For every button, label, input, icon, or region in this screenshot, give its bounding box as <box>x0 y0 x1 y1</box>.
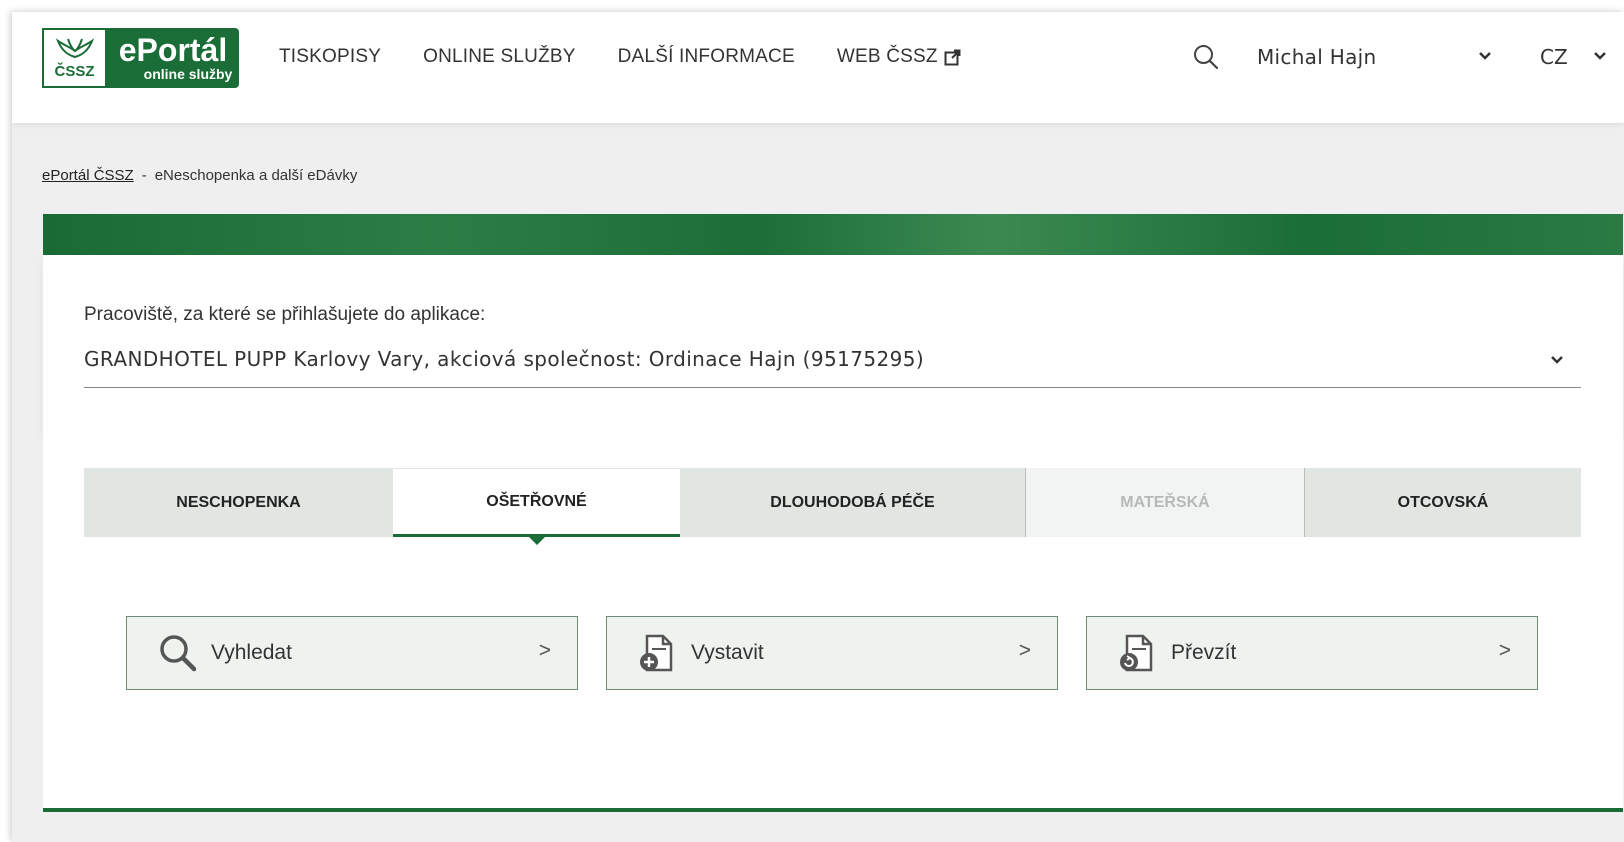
action-buttons: Vyhledat > Vystavit > Převzít > <box>126 616 1538 690</box>
site-header: ČSSZ ePortál online služby TISKOPISY ONL… <box>12 12 1624 123</box>
workplace-section: Pracoviště, za které se přihlašujete do … <box>43 255 1623 433</box>
search-button-label: Vyhledat <box>211 641 292 664</box>
nav-web-cssz-label: WEB ČSSZ <box>836 46 938 67</box>
leaf-icon <box>55 37 94 58</box>
nav-tiskopisy[interactable]: TISKOPISY <box>279 46 381 68</box>
tab-neschopenka[interactable]: NESCHOPENKA <box>84 468 393 537</box>
cssz-logo-mark: ČSSZ <box>42 28 107 88</box>
search-icon <box>160 635 197 672</box>
tab-osetrovne[interactable]: OŠETŘOVNÉ <box>393 468 680 545</box>
language-selector[interactable]: CZ <box>1540 45 1568 69</box>
tab-materska: MATEŘSKÁ <box>1026 468 1305 537</box>
eportal-logo[interactable]: ČSSZ ePortál online služby <box>42 28 239 88</box>
benefit-tabs: NESCHOPENKA OŠETŘOVNÉ DLOUHODOBÁ PÉČE MA… <box>84 468 1581 545</box>
browser-window: ČSSZ ePortál online služby TISKOPISY ONL… <box>12 12 1624 842</box>
breadcrumb-current: eNeschopenka a další eDávky <box>154 167 358 184</box>
nav-tiskopisy-label: TISKOPISY <box>279 46 382 67</box>
tab-neschopenka-label: NESCHOPENKA <box>176 493 301 511</box>
workplace-label: Pracoviště, za které se přihlašujete do … <box>84 304 486 325</box>
takeover-button[interactable]: Převzít > <box>1086 616 1538 690</box>
issue-button-label: Vystavit <box>691 641 764 664</box>
active-tab-pointer <box>528 537 545 545</box>
logo-brand: ePortál <box>118 32 228 68</box>
nav-dalsi-informace[interactable]: DALŠÍ INFORMACE <box>618 46 795 68</box>
chevron-right-icon: > <box>1018 639 1031 662</box>
chevron-right-icon: > <box>538 639 551 662</box>
logo-subtitle: online služby <box>143 66 233 82</box>
logo-wordmark: ePortál online služby <box>107 28 239 88</box>
workplace-selected-value: GRANDHOTEL PUPP Karlovy Vary, akciová sp… <box>84 347 925 371</box>
user-menu[interactable]: Michal Hajn <box>1257 45 1376 69</box>
chevron-down-icon[interactable] <box>1477 50 1493 62</box>
document-transfer-icon <box>1120 634 1153 672</box>
nav-web-cssz[interactable]: WEB ČSSZ <box>837 46 961 68</box>
main-card: Pracoviště, za které se přihlašujete do … <box>43 214 1623 812</box>
chevron-down-icon <box>1551 356 1563 364</box>
workplace-select[interactable]: GRANDHOTEL PUPP Karlovy Vary, akciová sp… <box>84 340 1581 388</box>
chevron-right-icon: > <box>1498 639 1511 662</box>
document-add-icon <box>640 634 673 672</box>
takeover-button-label: Převzít <box>1171 641 1237 664</box>
tabs-area: NESCHOPENKA OŠETŘOVNÉ DLOUHODOBÁ PÉČE MA… <box>43 433 1623 808</box>
tab-osetrovne-label: OŠETŘOVNÉ <box>486 492 587 510</box>
main-nav: TISKOPISY ONLINE SLUŽBY DALŠÍ INFORMACE … <box>279 46 1003 68</box>
search-button[interactable]: Vyhledat > <box>126 616 578 690</box>
logo-mark-text: ČSSZ <box>54 62 95 80</box>
green-banner <box>43 214 1623 255</box>
nav-dalsi-informace-label: DALŠÍ INFORMACE <box>617 46 795 67</box>
breadcrumb-separator: - <box>141 167 147 184</box>
search-icon[interactable] <box>1192 43 1220 71</box>
nav-online-sluzby-label: ONLINE SLUŽBY <box>423 46 576 67</box>
breadcrumb: ePortál ČSSZ - eNeschopenka a další eDávky <box>42 167 357 184</box>
tab-dlouhodoba-pece-label: DLOUHODOBÁ PÉČE <box>770 493 935 511</box>
tab-otcovska-label: OTCOVSKÁ <box>1397 493 1489 511</box>
chevron-down-icon[interactable] <box>1592 50 1608 62</box>
nav-online-sluzby[interactable]: ONLINE SLUŽBY <box>423 46 576 68</box>
issue-button[interactable]: Vystavit > <box>606 616 1058 690</box>
tab-otcovska[interactable]: OTCOVSKÁ <box>1305 468 1581 537</box>
tab-dlouhodoba-pece[interactable]: DLOUHODOBÁ PÉČE <box>680 468 1026 537</box>
external-link-icon <box>944 49 961 65</box>
breadcrumb-root-link[interactable]: ePortál ČSSZ <box>42 167 134 184</box>
tab-materska-label: MATEŘSKÁ <box>1120 493 1210 511</box>
